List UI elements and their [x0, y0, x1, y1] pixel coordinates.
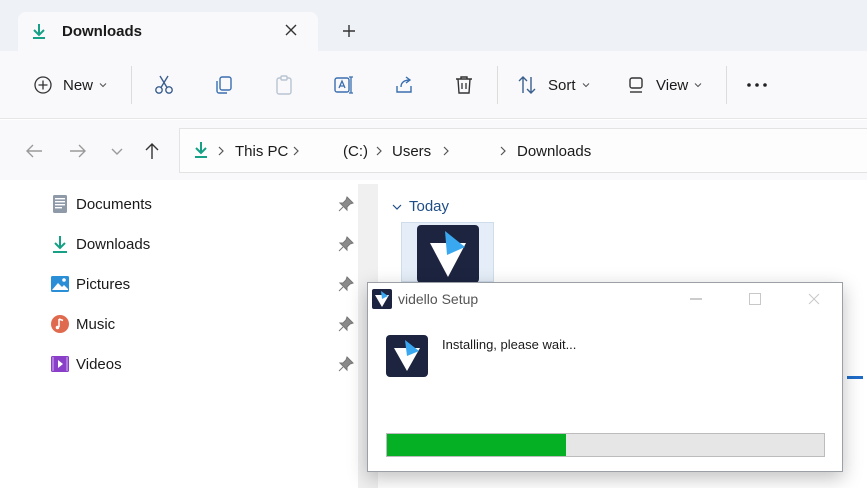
- chevron-right-icon: [218, 146, 224, 156]
- pin-icon[interactable]: [338, 276, 354, 292]
- sidebar-item-music[interactable]: Music: [50, 312, 115, 336]
- maximize-icon[interactable]: [748, 292, 762, 306]
- breadcrumb-drive-c[interactable]: (C:): [343, 143, 368, 160]
- sort-button[interactable]: Sort: [516, 73, 590, 97]
- music-icon: [51, 315, 69, 333]
- sidebar-item-label: Music: [76, 315, 116, 333]
- up-arrow-icon[interactable]: [141, 140, 163, 162]
- chevron-down-icon: [694, 83, 702, 88]
- scissors-icon: [155, 75, 173, 94]
- download-icon: [33, 24, 45, 39]
- view-label: View: [656, 76, 689, 94]
- delete-button[interactable]: [453, 73, 475, 97]
- group-label: Today: [409, 198, 450, 215]
- back-arrow-icon[interactable]: [23, 140, 45, 162]
- toolbar-divider: [497, 66, 498, 104]
- share-icon: [396, 76, 412, 93]
- pin-icon[interactable]: [338, 356, 354, 372]
- file-item[interactable]: [401, 222, 494, 283]
- clipboard-icon: [276, 75, 292, 95]
- toolbar-divider: [131, 66, 132, 104]
- tab-strip: Downloads: [0, 0, 867, 51]
- address-bar[interactable]: This PC (C:) Users Downloads: [179, 128, 867, 173]
- recent-locations-chevron-icon[interactable]: [106, 140, 128, 162]
- share-button[interactable]: [393, 73, 415, 97]
- new-tab-icon[interactable]: [340, 22, 358, 40]
- plus-circle-icon: [34, 76, 52, 94]
- new-button[interactable]: New: [33, 73, 107, 97]
- command-bar: New Sort View: [0, 51, 867, 119]
- new-label: New: [63, 76, 94, 94]
- chevron-down-icon: [99, 83, 107, 88]
- sidebar-item-label: Videos: [76, 355, 122, 373]
- sidebar-item-downloads[interactable]: Downloads: [50, 232, 150, 256]
- breadcrumb-downloads[interactable]: Downloads: [517, 143, 591, 160]
- pin-icon[interactable]: [338, 236, 354, 252]
- toolbar-divider: [726, 66, 727, 104]
- more-icon: [747, 83, 767, 87]
- vidello-app-icon: [372, 289, 392, 309]
- tab-downloads[interactable]: Downloads: [18, 12, 318, 51]
- copy-icon: [216, 76, 232, 94]
- progress-fill: [387, 434, 567, 456]
- more-options-button[interactable]: [746, 73, 768, 97]
- chevron-right-icon: [293, 146, 299, 156]
- trash-icon: [456, 76, 472, 94]
- chevron-right-icon: [443, 146, 449, 156]
- sidebar-item-label: Documents: [76, 195, 152, 213]
- close-icon[interactable]: [282, 21, 300, 39]
- dialog-title: vidello Setup: [398, 291, 479, 307]
- sidebar-item-label: Pictures: [76, 275, 131, 293]
- chevron-right-icon: [500, 146, 506, 156]
- breadcrumb-this-pc[interactable]: This PC: [235, 143, 288, 160]
- videos-icon: [51, 356, 69, 372]
- selection-highlight: [847, 376, 863, 379]
- install-status-text: Installing, please wait...: [442, 337, 577, 352]
- install-progress-bar: [386, 433, 825, 457]
- view-icon: [629, 77, 643, 93]
- paste-button[interactable]: [273, 73, 295, 97]
- setup-dialog: vidello Setup Installing, please wait...: [367, 282, 843, 472]
- vidello-logo-icon: [386, 335, 428, 377]
- address-row: This PC (C:) Users Downloads: [0, 120, 867, 180]
- documents-icon: [53, 195, 67, 213]
- forward-arrow-icon[interactable]: [67, 140, 89, 162]
- dialog-title-bar[interactable]: vidello Setup: [368, 283, 842, 315]
- downloads-icon: [53, 236, 67, 253]
- sort-icon: [518, 76, 536, 94]
- breadcrumb-users[interactable]: Users: [392, 143, 431, 160]
- chevron-right-icon: [376, 146, 382, 156]
- pictures-icon: [51, 276, 69, 292]
- dialog-body: Installing, please wait...: [368, 315, 842, 471]
- tab-title: Downloads: [62, 23, 143, 40]
- rename-button[interactable]: [333, 73, 355, 97]
- pin-icon[interactable]: [338, 196, 354, 212]
- chevron-down-icon: [582, 83, 589, 88]
- copy-button[interactable]: [213, 73, 235, 97]
- pin-icon[interactable]: [338, 316, 354, 332]
- sidebar-item-label: Downloads: [76, 235, 151, 253]
- vidello-installer-icon: [417, 225, 479, 283]
- cut-button[interactable]: [153, 73, 175, 97]
- sidebar-item-pictures[interactable]: Pictures: [50, 272, 130, 296]
- chevron-down-icon: [392, 204, 402, 210]
- sort-label: Sort: [548, 76, 576, 94]
- view-button[interactable]: View: [626, 73, 702, 97]
- rename-icon: [334, 76, 353, 94]
- sidebar-item-videos[interactable]: Videos: [50, 352, 122, 376]
- sidebar-item-documents[interactable]: Documents: [50, 192, 152, 216]
- minimize-icon[interactable]: [689, 292, 703, 306]
- download-icon: [195, 142, 207, 158]
- close-icon[interactable]: [807, 292, 821, 306]
- navigation-pane: Documents Downloads Pictures Music Video…: [0, 180, 358, 488]
- group-header-today[interactable]: Today: [392, 198, 449, 215]
